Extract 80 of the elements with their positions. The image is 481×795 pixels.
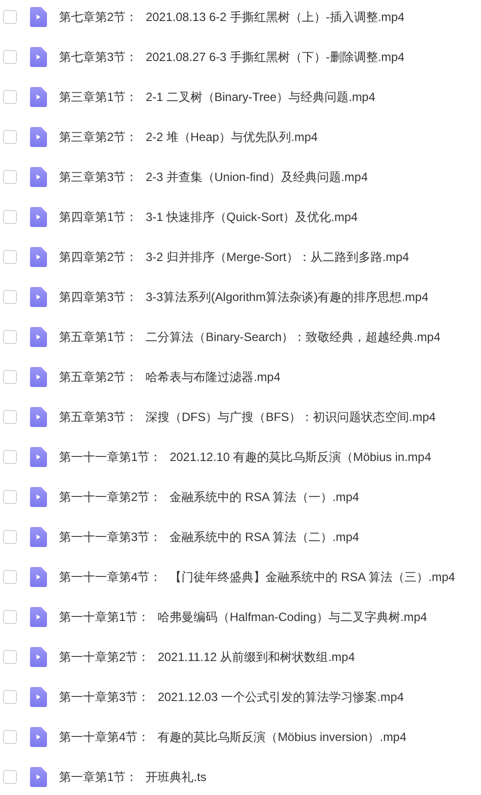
checkbox[interactable]: [3, 10, 17, 24]
video-file-icon: [30, 87, 47, 107]
section-label: 第三章第3节：: [59, 168, 138, 186]
video-file-icon: [30, 407, 47, 427]
file-name[interactable]: 2021.12.10 有趣的莫比乌斯反演（Möbius in.mp4: [170, 448, 432, 466]
section-label: 第一十一章第4节：: [59, 568, 162, 586]
checkbox[interactable]: [3, 170, 17, 184]
video-file-icon: [30, 607, 47, 627]
video-file-icon: [30, 567, 47, 587]
section-label: 第一章第1节：: [59, 768, 138, 786]
checkbox[interactable]: [3, 490, 17, 504]
section-label: 第七章第2节：: [59, 8, 138, 26]
section-label: 第三章第1节：: [59, 88, 138, 106]
checkbox[interactable]: [3, 530, 17, 544]
file-name[interactable]: 2-2 堆（Heap）与优先队列.mp4: [146, 128, 318, 146]
file-name[interactable]: 2021.11.12 从前缀到和树状数组.mp4: [158, 648, 355, 666]
video-file-icon: [30, 7, 47, 27]
section-label: 第五章第1节：: [59, 328, 138, 346]
checkbox[interactable]: [3, 130, 17, 144]
checkbox[interactable]: [3, 610, 17, 624]
checkbox[interactable]: [3, 770, 17, 784]
video-file-icon: [30, 47, 47, 67]
video-file-icon: [30, 487, 47, 507]
section-label: 第一十一章第1节：: [59, 448, 162, 466]
section-label: 第四章第3节：: [59, 288, 138, 306]
checkbox[interactable]: [3, 330, 17, 344]
file-name[interactable]: 深搜（DFS）与广搜（BFS）：初识问题状态空间.mp4: [146, 408, 436, 426]
video-file-icon: [30, 447, 47, 467]
file-name[interactable]: 哈弗曼编码（Halfman-Coding）与二叉字典树.mp4: [158, 608, 428, 626]
section-label: 第一十章第3节：: [59, 688, 150, 706]
file-name[interactable]: 哈希表与布隆过滤器.mp4: [146, 368, 280, 386]
video-file-icon: [30, 367, 47, 387]
file-name[interactable]: 【门徒年终盛典】金融系统中的 RSA 算法（三）.mp4: [170, 568, 456, 586]
section-label: 第五章第3节：: [59, 408, 138, 426]
file-name[interactable]: 2021.08.27 6-3 手撕红黑树（下）-删除调整.mp4: [146, 48, 404, 66]
checkbox[interactable]: [3, 730, 17, 744]
file-name[interactable]: 2021.08.13 6-2 手撕红黑树（上）-插入调整.mp4: [146, 8, 404, 26]
video-file-icon: [30, 247, 47, 267]
checkbox[interactable]: [3, 210, 17, 224]
checkbox[interactable]: [3, 410, 17, 424]
checkbox[interactable]: [3, 450, 17, 464]
video-file-icon: [30, 767, 47, 787]
section-label: 第一十一章第2节：: [59, 488, 162, 506]
checkbox[interactable]: [3, 90, 17, 104]
video-file-icon: [30, 527, 47, 547]
video-file-icon: [30, 727, 47, 747]
file-name[interactable]: 开班典礼.ts: [146, 768, 206, 786]
checkbox[interactable]: [3, 50, 17, 64]
file-name[interactable]: 3-2 归并排序（Merge-Sort）：从二路到多路.mp4: [146, 248, 410, 266]
file-name[interactable]: 金融系统中的 RSA 算法（二）.mp4: [170, 528, 360, 546]
checkbox[interactable]: [3, 690, 17, 704]
video-file-icon: [30, 327, 47, 347]
video-file-icon: [30, 647, 47, 667]
file-name[interactable]: 有趣的莫比乌斯反演（Möbius inversion）.mp4: [158, 728, 406, 746]
file-name[interactable]: 2021.12.03 一个公式引发的算法学习惨案.mp4: [158, 688, 404, 706]
video-file-icon: [30, 687, 47, 707]
video-file-icon: [30, 127, 47, 147]
video-file-icon: [30, 287, 47, 307]
checkbox[interactable]: [3, 290, 17, 304]
file-name[interactable]: 2-3 并查集（Union-find）及经典问题.mp4: [146, 168, 368, 186]
file-name[interactable]: 2-1 二叉树（Binary-Tree）与经典问题.mp4: [146, 88, 376, 106]
section-label: 第七章第3节：: [59, 48, 138, 66]
checkbox[interactable]: [3, 250, 17, 264]
section-label: 第四章第1节：: [59, 208, 138, 226]
section-label: 第一十章第1节：: [59, 608, 150, 626]
checkbox[interactable]: [3, 650, 17, 664]
section-label: 第五章第2节：: [59, 368, 138, 386]
checkbox[interactable]: [3, 370, 17, 384]
video-file-icon: [30, 207, 47, 227]
section-label: 第一十一章第3节：: [59, 528, 162, 546]
file-name[interactable]: 3-3算法系列(Algorithm算法杂谈)有趣的排序思想.mp4: [146, 288, 428, 306]
section-label: 第一十章第4节：: [59, 728, 150, 746]
checkbox[interactable]: [3, 570, 17, 584]
file-name[interactable]: 金融系统中的 RSA 算法（一）.mp4: [170, 488, 360, 506]
file-name[interactable]: 3-1 快速排序（Quick-Sort）及优化.mp4: [146, 208, 358, 226]
video-file-icon: [30, 167, 47, 187]
section-label: 第一十章第2节：: [59, 648, 150, 666]
file-name[interactable]: 二分算法（Binary-Search）：致敬经典，超越经典.mp4: [146, 328, 440, 346]
section-label: 第三章第2节：: [59, 128, 138, 146]
section-label: 第四章第2节：: [59, 248, 138, 266]
